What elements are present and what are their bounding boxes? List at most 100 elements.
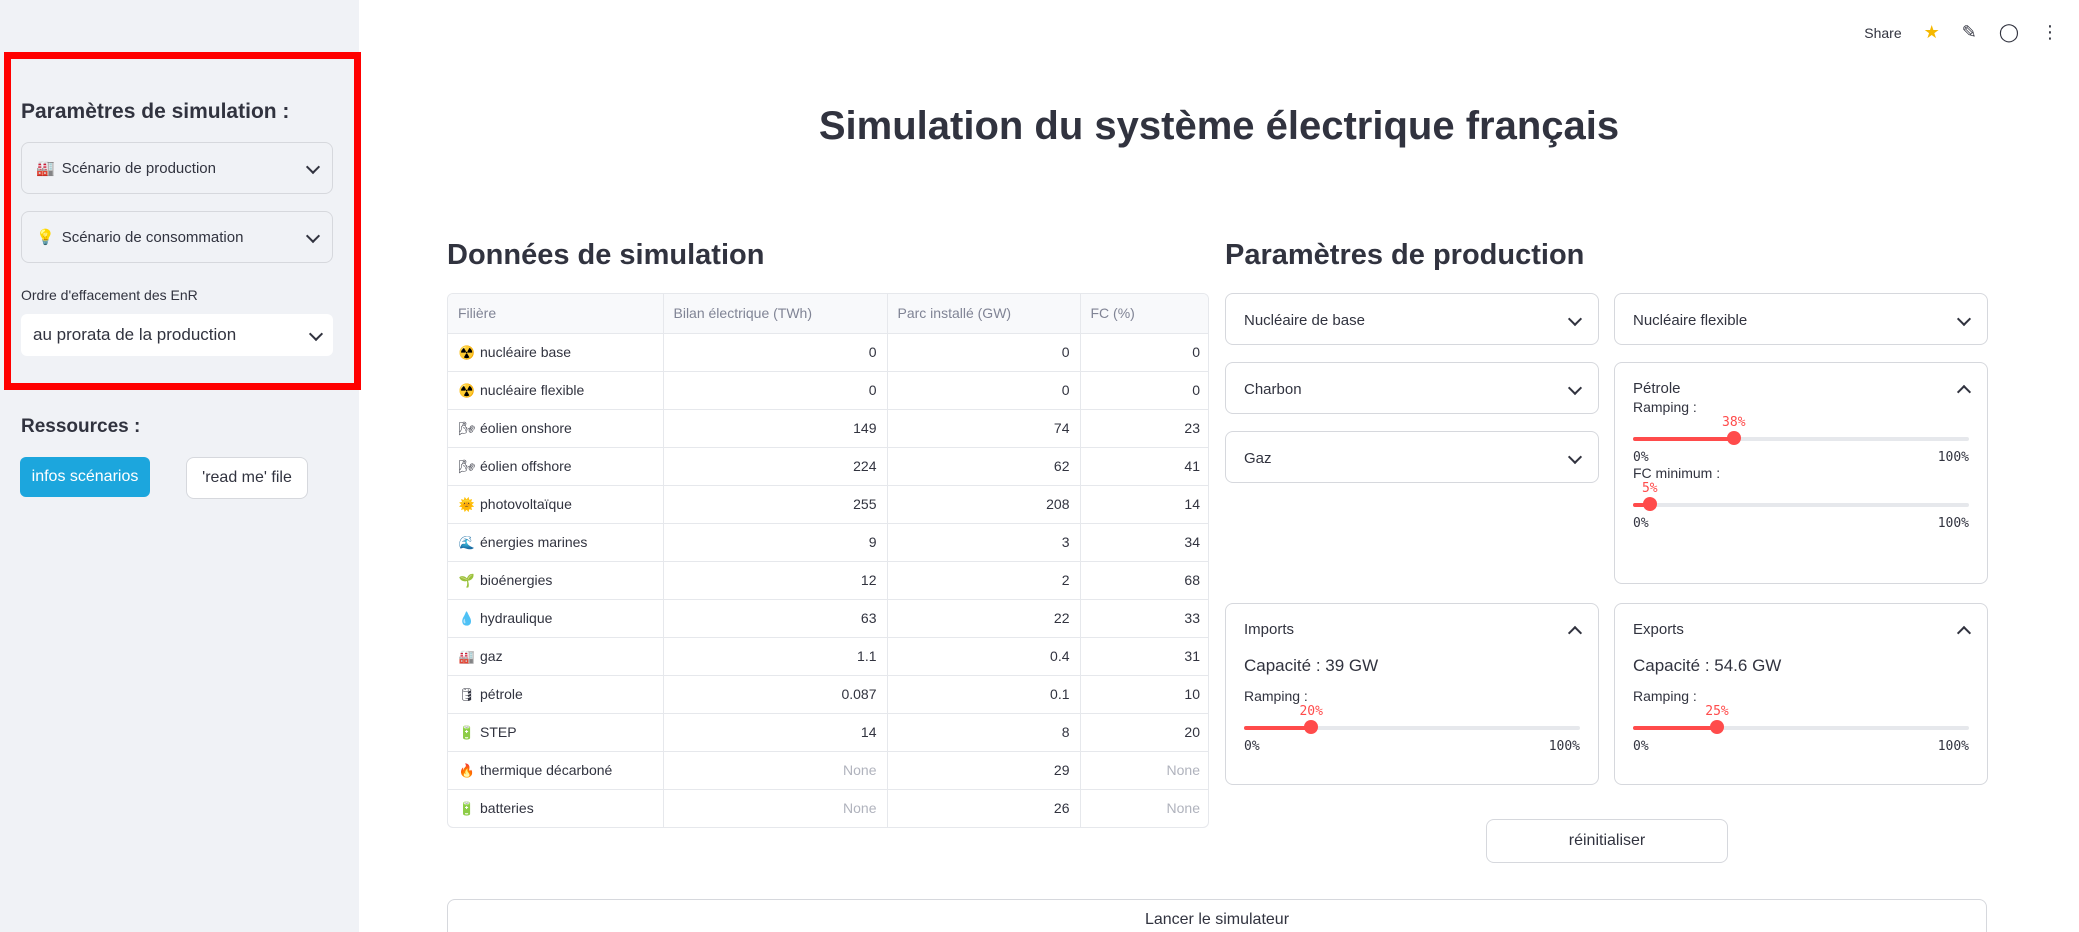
cell-filiere: 🌬 éolien offshore bbox=[448, 447, 664, 486]
slider-max: 100% bbox=[1937, 739, 1969, 754]
filiere-icon: ☢️ bbox=[458, 382, 476, 398]
cell-bilan: 255 bbox=[663, 485, 888, 524]
filiere-name: gaz bbox=[480, 647, 503, 664]
readme-button[interactable]: 'read me' file bbox=[186, 457, 308, 499]
filiere-icon: 🌬 bbox=[458, 420, 476, 436]
slider-thumb[interactable] bbox=[1710, 720, 1724, 734]
slider-min: 0% bbox=[1633, 739, 1649, 754]
exports-capacity: Capacité : 54.6 GW bbox=[1633, 656, 1782, 675]
cell-parc: 2 bbox=[887, 561, 1081, 600]
table-row: 🌞 photovoltaïque 255 208 14 bbox=[448, 485, 1208, 524]
filiere-name: nucléaire flexible bbox=[480, 381, 585, 398]
cell-filiere: 💧 hydraulique bbox=[448, 599, 664, 638]
column-header[interactable]: Bilan électrique (TWh) bbox=[663, 294, 888, 334]
slider-thumb[interactable] bbox=[1642, 497, 1657, 511]
slider-thumb[interactable] bbox=[1304, 720, 1319, 734]
cell-bilan: 224 bbox=[663, 447, 888, 486]
filiere-name: photovoltaïque bbox=[480, 495, 572, 512]
table-row: 🔋 batteries None 26 None bbox=[448, 789, 1208, 827]
column-header[interactable]: FC (%) bbox=[1080, 294, 1208, 334]
reset-button[interactable]: réinitialiser bbox=[1486, 819, 1728, 863]
filiere-name: hydraulique bbox=[480, 609, 553, 626]
filiere-name: batteries bbox=[480, 799, 534, 816]
cell-fc: 41 bbox=[1080, 447, 1208, 486]
table-row: 💧 hydraulique 63 22 33 bbox=[448, 599, 1208, 638]
cell-bilan: 0 bbox=[663, 333, 888, 372]
launch-simulator-button[interactable]: Lancer le simulateur bbox=[447, 899, 1987, 932]
chevron-up-icon bbox=[1957, 623, 1969, 635]
nucleaire-base-expander[interactable]: Nucléaire de base bbox=[1225, 293, 1599, 345]
cell-parc: 29 bbox=[887, 751, 1081, 790]
cell-parc: 22 bbox=[887, 599, 1081, 638]
filiere-name: thermique décarboné bbox=[480, 761, 613, 778]
page-title: Simulation du système électrique françai… bbox=[818, 104, 1620, 148]
filiere-icon: 🌬 bbox=[458, 458, 476, 474]
table-row: ☢️ nucléaire base 0 0 0 bbox=[448, 333, 1208, 372]
imports-expander[interactable]: Imports Capacité : 39 GW Ramping : 20% 0… bbox=[1225, 603, 1599, 785]
share-button[interactable]: Share bbox=[1864, 25, 1901, 41]
petrole-expander[interactable]: Pétrole Ramping : 38% 0% 100% FC minimum… bbox=[1614, 362, 1988, 584]
slider-min: 0% bbox=[1244, 739, 1260, 754]
column-header[interactable]: Filière bbox=[448, 294, 664, 334]
cell-filiere: 🌊 énergies marines bbox=[448, 523, 664, 562]
exports-ramping-slider[interactable]: 25% 0% 100% bbox=[1633, 704, 1969, 756]
filiere-icon: 🔋 bbox=[458, 800, 476, 816]
cell-parc: 0.4 bbox=[887, 637, 1081, 676]
slider-min: 0% bbox=[1633, 450, 1649, 465]
github-icon[interactable]: ◯ bbox=[1999, 22, 2019, 43]
pencil-icon[interactable]: ✎ bbox=[1962, 22, 1977, 43]
exports-expander[interactable]: Exports Capacité : 54.6 GW Ramping : 25%… bbox=[1614, 603, 1988, 785]
filiere-name: pétrole bbox=[480, 685, 523, 702]
chevron-down-icon bbox=[1568, 452, 1580, 464]
table-row: 🏭 gaz 1.1 0.4 31 bbox=[448, 637, 1208, 676]
cell-fc: 14 bbox=[1080, 485, 1208, 524]
filiere-icon: 🌱 bbox=[458, 572, 476, 588]
cell-parc: 0.1 bbox=[887, 675, 1081, 714]
filiere-icon: 💧 bbox=[458, 610, 476, 626]
cell-bilan: 0 bbox=[663, 371, 888, 410]
slider-max: 100% bbox=[1937, 516, 1969, 531]
nucleaire-flexible-expander[interactable]: Nucléaire flexible bbox=[1614, 293, 1988, 345]
slider-fill bbox=[1244, 726, 1312, 730]
table-row: 🌬 éolien offshore 224 62 41 bbox=[448, 447, 1208, 486]
charbon-label: Charbon bbox=[1244, 380, 1302, 398]
column-header[interactable]: Parc installé (GW) bbox=[887, 294, 1081, 334]
cell-bilan: 12 bbox=[663, 561, 888, 600]
charbon-expander[interactable]: Charbon bbox=[1225, 362, 1599, 414]
exports-ramping-label: Ramping : bbox=[1633, 688, 1697, 704]
more-icon[interactable]: ⋮ bbox=[2041, 22, 2059, 43]
cell-parc: 0 bbox=[887, 371, 1081, 410]
chevron-down-icon bbox=[1957, 314, 1969, 326]
cell-filiere: 🔋 batteries bbox=[448, 789, 664, 827]
table-row: 🛢 pétrole 0.087 0.1 10 bbox=[448, 675, 1208, 714]
cell-bilan: 9 bbox=[663, 523, 888, 562]
filiere-name: bioénergies bbox=[480, 571, 553, 588]
gaz-label: Gaz bbox=[1244, 449, 1272, 467]
data-section-title: Données de simulation bbox=[447, 239, 765, 271]
simulation-data-table: Filière Bilan électrique (TWh) Parc instal… bbox=[447, 293, 1209, 828]
cell-bilan: None bbox=[663, 751, 888, 790]
petrole-fcmin-label: FC minimum : bbox=[1633, 465, 1721, 481]
slider-thumb[interactable] bbox=[1726, 431, 1741, 445]
cell-bilan: 1.1 bbox=[663, 637, 888, 676]
cell-fc: 10 bbox=[1080, 675, 1208, 714]
cell-parc: 208 bbox=[887, 485, 1081, 524]
cell-filiere: 🌞 photovoltaïque bbox=[448, 485, 664, 524]
petrole-ramping-label: Ramping : bbox=[1633, 399, 1697, 415]
info-scenarios-button[interactable]: infos scénarios bbox=[20, 457, 150, 497]
nucleaire-base-label: Nucléaire de base bbox=[1244, 311, 1365, 329]
imports-ramping-slider[interactable]: 20% 0% 100% bbox=[1244, 704, 1580, 756]
gaz-expander[interactable]: Gaz bbox=[1225, 431, 1599, 483]
params-section-title: Paramètres de production bbox=[1225, 239, 1585, 271]
cell-filiere: 🛢 pétrole bbox=[448, 675, 664, 714]
filiere-name: STEP bbox=[480, 723, 517, 740]
cell-fc: 68 bbox=[1080, 561, 1208, 600]
petrole-ramping-slider[interactable]: 38% 0% 100% bbox=[1633, 415, 1969, 467]
table-header-row: Filière Bilan électrique (TWh) Parc instal… bbox=[448, 294, 1208, 334]
cell-parc: 0 bbox=[887, 333, 1081, 372]
filiere-icon: 🔥 bbox=[458, 762, 476, 778]
star-icon[interactable]: ★ bbox=[1924, 22, 1940, 43]
petrole-fcmin-slider[interactable]: 5% 0% 100% bbox=[1633, 481, 1969, 533]
cell-fc: 0 bbox=[1080, 333, 1208, 372]
filiere-icon: 🌊 bbox=[458, 534, 476, 550]
